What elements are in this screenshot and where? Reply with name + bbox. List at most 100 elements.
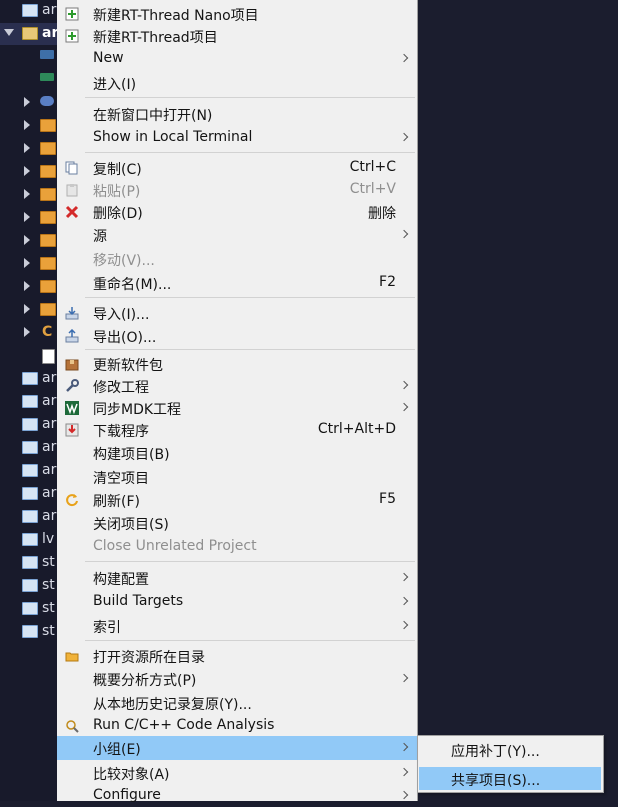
tree-item[interactable]: ar <box>0 368 57 390</box>
menu-item-delete[interactable]: 删除(D) 删除 <box>57 200 417 223</box>
menu-item-label: 共享项目(S)... <box>451 773 541 789</box>
menu-item-label: New <box>93 50 124 66</box>
expand-arrow-icon[interactable] <box>24 143 30 153</box>
tree-item[interactable] <box>0 69 57 91</box>
tree-item-label: ar <box>42 462 57 478</box>
menu-item-source[interactable]: 源 <box>57 223 417 246</box>
menu-item-copy[interactable]: 复制(C) Ctrl+C <box>57 156 417 179</box>
tree-item[interactable]: ar <box>0 437 57 459</box>
folder-open-icon <box>65 648 79 662</box>
export-icon <box>65 328 79 343</box>
expand-arrow-icon[interactable] <box>24 327 30 337</box>
tree-item[interactable] <box>0 207 57 229</box>
menu-item-export[interactable]: 导出(O)... <box>57 324 417 347</box>
menu-item-open-containing-folder[interactable]: 打开资源所在目录 <box>57 644 417 667</box>
tree-item[interactable] <box>0 115 57 137</box>
menu-item-import[interactable]: 导入(I)... <box>57 301 417 324</box>
tree-item-label: st <box>42 554 55 570</box>
menu-item-paste[interactable]: 粘贴(P) Ctrl+V <box>57 178 417 201</box>
menu-item-update-packages[interactable]: 更新软件包 <box>57 352 417 375</box>
submenu-arrow-icon <box>399 53 409 63</box>
menu-item-new[interactable]: New <box>57 47 417 70</box>
menu-item-label: 从本地历史记录复原(Y)... <box>93 697 252 713</box>
tree-item[interactable] <box>0 345 57 367</box>
menu-item-show-in-local-terminal[interactable]: Show in Local Terminal <box>57 126 417 149</box>
tree-item[interactable] <box>0 46 57 68</box>
menu-item-modify-project[interactable]: 修改工程 <box>57 374 417 397</box>
menu-item-build-targets[interactable]: Build Targets <box>57 590 417 613</box>
menu-item-label: 小组(E) <box>93 742 141 758</box>
menu-item-move[interactable]: 移动(V)... <box>57 247 417 270</box>
expand-arrow-icon[interactable] <box>24 166 30 176</box>
tree-item[interactable]: ar <box>0 414 57 436</box>
tree-item-label: ar <box>42 416 57 432</box>
folder-icon <box>22 441 38 454</box>
menu-item-sync-mdk[interactable]: 同步MDK工程 <box>57 396 417 419</box>
tree-item[interactable] <box>0 230 57 252</box>
menu-item-configure[interactable]: Configure <box>57 784 417 807</box>
tree-item[interactable]: st <box>0 598 57 620</box>
menu-item-rename[interactable]: 重命名(M)... F2 <box>57 271 417 294</box>
expand-arrow-icon[interactable] <box>4 29 14 36</box>
tree-item[interactable]: lv <box>0 529 57 551</box>
tree-item[interactable] <box>0 161 57 183</box>
menu-item-close-project[interactable]: 关闭项目(S) <box>57 511 417 534</box>
folder-icon <box>22 464 38 477</box>
menu-item-build-project[interactable]: 构建项目(B) <box>57 441 417 464</box>
tree-item[interactable]: st <box>0 552 57 574</box>
expand-arrow-icon[interactable] <box>24 235 30 245</box>
menu-item-label: 粘贴(P) <box>93 184 141 200</box>
expand-arrow-icon[interactable] <box>24 97 30 107</box>
tree-item[interactable]: ar <box>0 391 57 413</box>
menu-item-download-program[interactable]: 下载程序 Ctrl+Alt+D <box>57 418 417 441</box>
menu-item-team[interactable]: 小组(E) <box>57 736 417 760</box>
menu-item-new-nano-project[interactable]: 新建RT-Thread Nano项目 <box>57 2 417 25</box>
menu-item-close-unrelated-project[interactable]: Close Unrelated Project <box>57 535 417 558</box>
tree-item[interactable]: ar <box>0 506 57 528</box>
submenu-arrow-icon <box>399 132 409 142</box>
menu-item-build-configurations[interactable]: 构建配置 <box>57 566 417 589</box>
submenu-arrow-icon <box>399 790 409 800</box>
menu-item-label: 复制(C) <box>93 162 142 178</box>
folder-icon <box>22 418 38 431</box>
submenu-arrow-icon <box>399 596 409 606</box>
tree-item[interactable] <box>0 138 57 160</box>
menu-item-share-project[interactable]: 共享项目(S)... <box>419 767 601 790</box>
tree-item[interactable] <box>0 276 57 298</box>
tree-item[interactable]: st <box>0 621 57 643</box>
expand-arrow-icon[interactable] <box>24 281 30 291</box>
expand-arrow-icon[interactable] <box>24 212 30 222</box>
menu-item-go-into[interactable]: 进入(I) <box>57 71 417 94</box>
menu-item-index[interactable]: 索引 <box>57 614 417 637</box>
tree-item[interactable] <box>0 184 57 206</box>
menu-item-label: 下载程序 <box>93 424 149 440</box>
menu-item-run-code-analysis[interactable]: Run C/C++ Code Analysis <box>57 714 417 737</box>
expand-arrow-icon[interactable] <box>24 258 30 268</box>
expand-arrow-icon[interactable] <box>24 304 30 314</box>
menu-item-profile-as[interactable]: 概要分析方式(P) <box>57 667 417 690</box>
folder-icon <box>22 510 38 523</box>
menu-item-label: 打开资源所在目录 <box>93 650 205 666</box>
tree-item[interactable]: ar <box>0 460 57 482</box>
menu-item-label: 删除(D) <box>93 206 143 222</box>
shortcut-label: 删除 <box>368 206 396 222</box>
tree-item[interactable]: ar <box>0 0 57 22</box>
tree-item[interactable] <box>0 253 57 275</box>
menu-item-refresh[interactable]: 刷新(F) F5 <box>57 488 417 511</box>
expand-arrow-icon[interactable] <box>24 120 30 130</box>
menu-item-open-in-new-window[interactable]: 在新窗口中打开(N) <box>57 102 417 125</box>
tree-item[interactable]: C <box>0 322 57 344</box>
menu-item-apply-patch[interactable]: 应用补丁(Y)... <box>419 738 601 761</box>
tree-item[interactable]: st <box>0 575 57 597</box>
tree-item-selected-project[interactable]: ar <box>0 23 58 45</box>
expand-arrow-icon[interactable] <box>24 189 30 199</box>
tree-item[interactable]: ar <box>0 483 57 505</box>
menu-item-restore-local-history[interactable]: 从本地历史记录复原(Y)... <box>57 691 417 714</box>
menu-item-new-rtthread-project[interactable]: 新建RT-Thread项目 <box>57 24 417 47</box>
menu-item-clean-project[interactable]: 清空项目 <box>57 465 417 488</box>
menu-item-compare-with[interactable]: 比较对象(A) <box>57 761 417 784</box>
tree-item-label: st <box>42 600 55 616</box>
tree-item[interactable] <box>0 299 57 321</box>
tree-item[interactable] <box>0 92 57 114</box>
tree-item-label: ar <box>42 2 57 18</box>
